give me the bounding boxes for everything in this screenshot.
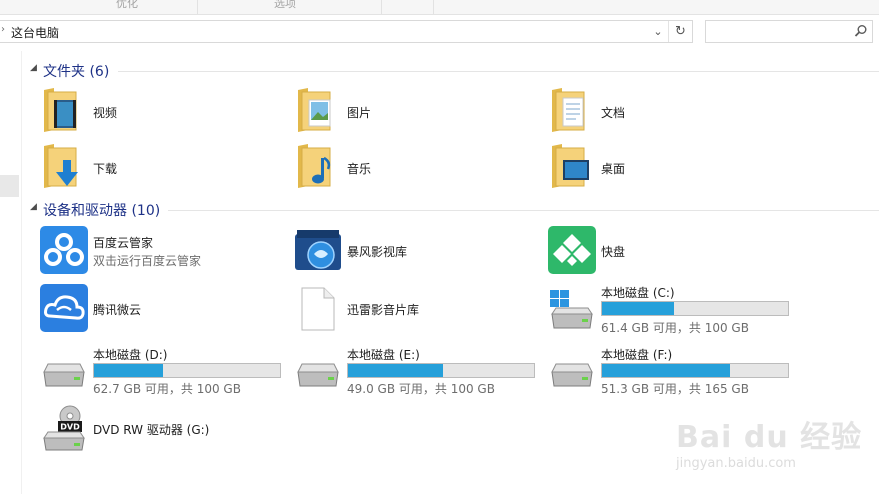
drive-usage-fill — [602, 364, 731, 377]
drive-free-space: 49.0 GB 可用，共 100 GB — [347, 382, 495, 396]
app-label: 暴风影视库 — [347, 245, 408, 259]
drive-usage-fill — [94, 364, 164, 377]
drive-d[interactable]: 本地磁盘 (D:) 62.7 GB 可用，共 100 GB — [40, 346, 285, 396]
drive-usage-fill — [348, 364, 443, 377]
drive-label: DVD RW 驱动器 (G:) — [93, 423, 210, 437]
drive-usage-bar — [601, 363, 789, 378]
search-box[interactable] — [705, 20, 873, 43]
ribbon-optimize-label: 优化 — [116, 0, 138, 10]
ribbon-options-label: 选项 — [274, 0, 296, 10]
drive-usage-bar — [601, 301, 789, 316]
app-label: 快盘 — [601, 245, 626, 259]
svg-text:DVD: DVD — [60, 423, 80, 432]
folder-label: 桌面 — [601, 162, 626, 176]
music-folder-icon — [298, 144, 331, 188]
folders-group-header[interactable]: ◢ 文件夹 (6) — [30, 61, 879, 81]
baofeng-library-icon — [295, 230, 341, 270]
folder-music[interactable]: 音乐 — [294, 142, 494, 192]
folder-videos[interactable]: 视频 — [40, 86, 240, 136]
folder-label: 图片 — [347, 106, 372, 120]
address-dropdown-icon[interactable]: ⌄ — [648, 21, 668, 42]
blank-file-icon — [301, 287, 335, 331]
baidu-cloud-icon — [40, 226, 88, 274]
drive-usage-bar — [347, 363, 535, 378]
kuaipan-icon — [548, 226, 596, 274]
app-label: 迅雷影音片库 — [347, 303, 420, 317]
drive-c[interactable]: 本地磁盘 (C:) 61.4 GB 可用，共 100 GB — [548, 284, 793, 335]
address-bar[interactable]: › 这台电脑 ⌄ ↻ — [0, 20, 693, 43]
folder-label: 视频 — [93, 106, 118, 120]
system-drive-icon — [550, 290, 593, 329]
app-baidu-cloud[interactable]: 百度云管家 双击运行百度云管家 — [40, 226, 260, 276]
baidu-jingyan-watermark: Bai du 经验 jingyan.baidu.com — [672, 392, 872, 472]
folder-label: 下载 — [93, 162, 118, 176]
watermark-text: Bai du 经验 — [676, 420, 863, 455]
devices-group-header[interactable]: ◢ 设备和驱动器 (10) — [30, 200, 879, 220]
app-description: 双击运行百度云管家 — [93, 254, 202, 268]
desktop-folder-icon — [552, 144, 589, 188]
folders-group-title: 文件夹 (6) — [43, 64, 110, 80]
hard-drive-icon — [297, 363, 339, 387]
collapse-arrow-icon[interactable]: ◢ — [30, 202, 37, 212]
group-divider — [118, 71, 879, 72]
app-baofeng-library[interactable]: 暴风影视库 — [294, 226, 514, 276]
ribbon-group-options[interactable]: 选项 — [198, 0, 382, 14]
drive-label: 本地磁盘 (F:) — [601, 348, 673, 362]
ribbon-group-optimize[interactable]: 优化 — [62, 0, 198, 14]
nav-selected-item[interactable] — [0, 175, 19, 197]
breadcrumb-chevron-icon[interactable]: › — [1, 24, 5, 35]
drive-label: 本地磁盘 (C:) — [601, 286, 675, 300]
ribbon-group-blank — [382, 0, 434, 14]
folder-label: 音乐 — [347, 162, 372, 176]
hard-drive-icon — [43, 363, 85, 387]
drive-free-space: 62.7 GB 可用，共 100 GB — [93, 382, 241, 396]
folder-downloads[interactable]: 下载 — [40, 142, 240, 192]
pictures-folder-icon — [298, 88, 331, 132]
address-row: › 这台电脑 ⌄ ↻ — [0, 15, 879, 51]
drive-free-space: 61.4 GB 可用，共 100 GB — [601, 321, 749, 335]
search-icon[interactable] — [854, 24, 868, 38]
tencent-weiyun-icon — [40, 284, 88, 332]
drive-dvd-g[interactable]: DVD DVD RW 驱动器 (G:) — [40, 404, 285, 454]
group-divider — [168, 210, 879, 211]
folder-desktop[interactable]: 桌面 — [548, 142, 748, 192]
app-kuaipan[interactable]: 快盘 — [548, 226, 768, 276]
drive-f[interactable]: 本地磁盘 (F:) 51.3 GB 可用，共 165 GB — [548, 346, 793, 396]
drive-usage-fill — [602, 302, 674, 315]
dvd-drive-icon: DVD — [43, 405, 85, 451]
refresh-icon[interactable]: ↻ — [668, 21, 692, 42]
app-tencent-weiyun[interactable]: 腾讯微云 — [40, 284, 260, 334]
app-xunlei-library[interactable]: 迅雷影音片库 — [294, 284, 514, 334]
breadcrumb-this-pc[interactable]: 这台电脑 — [11, 24, 59, 41]
watermark-url: jingyan.baidu.com — [676, 456, 796, 471]
drive-label: 本地磁盘 (D:) — [93, 348, 168, 362]
drive-e[interactable]: 本地磁盘 (E:) 49.0 GB 可用，共 100 GB — [294, 346, 539, 396]
documents-folder-icon — [552, 88, 585, 132]
downloads-folder-icon — [44, 144, 78, 188]
folder-label: 文档 — [601, 106, 626, 120]
navigation-pane[interactable] — [0, 51, 22, 494]
app-label: 百度云管家 — [93, 236, 154, 250]
app-label: 腾讯微云 — [93, 303, 142, 317]
folder-documents[interactable]: 文档 — [548, 86, 748, 136]
drive-usage-bar — [93, 363, 281, 378]
drive-label: 本地磁盘 (E:) — [347, 348, 420, 362]
devices-group-title: 设备和驱动器 (10) — [43, 203, 161, 219]
collapse-arrow-icon[interactable]: ◢ — [30, 63, 37, 73]
hard-drive-icon — [551, 363, 593, 387]
folder-pictures[interactable]: 图片 — [294, 86, 494, 136]
videos-folder-icon — [44, 88, 77, 132]
ribbon-strip: 优化 选项 — [0, 0, 879, 15]
